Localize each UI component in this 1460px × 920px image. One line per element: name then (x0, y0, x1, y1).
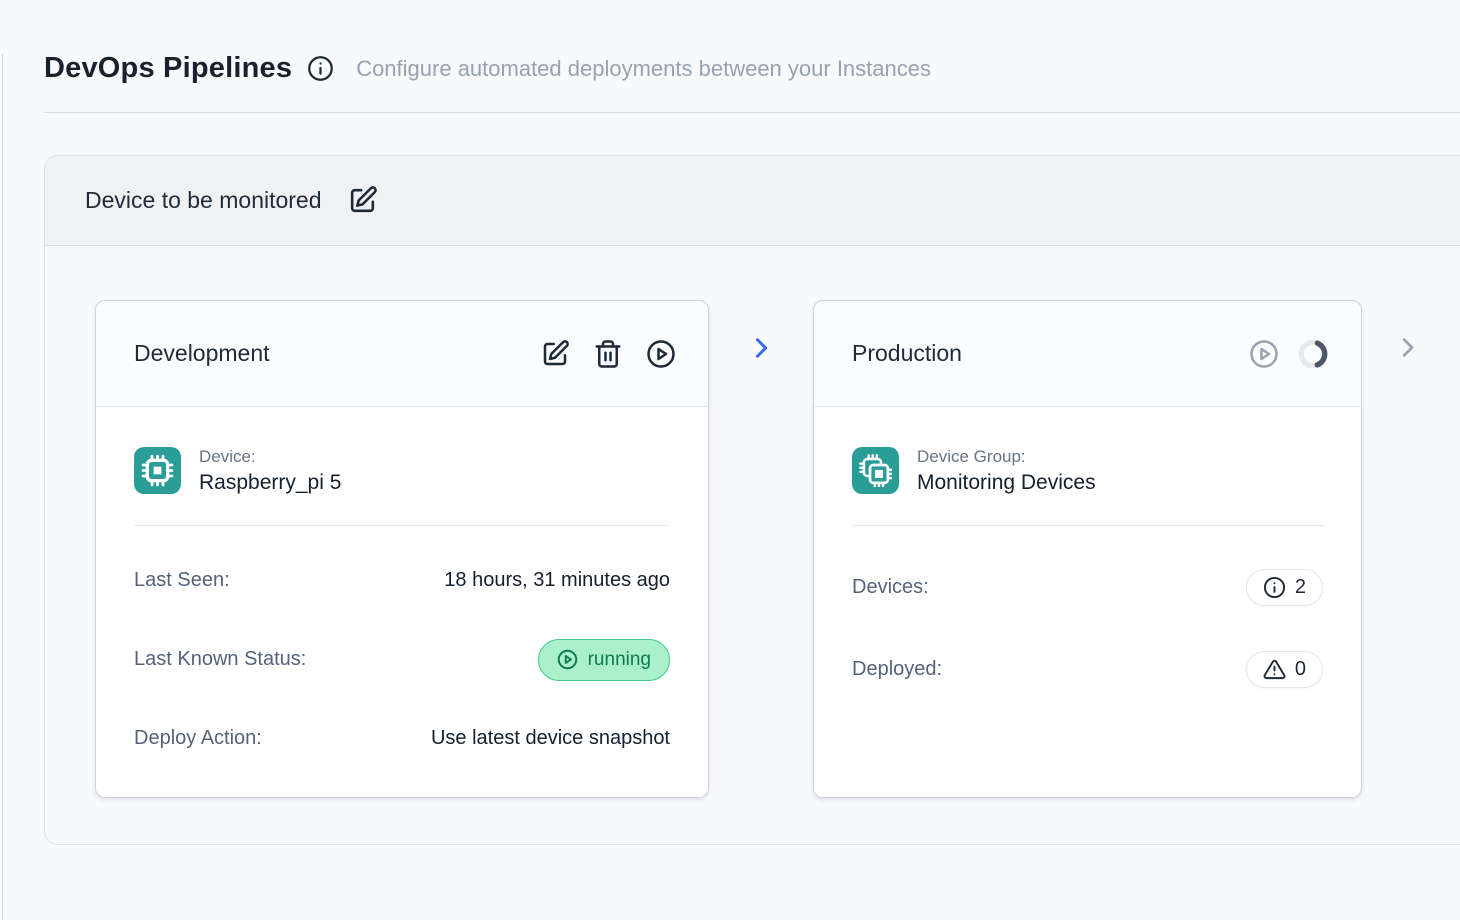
stage-card-production: Production (813, 300, 1362, 798)
info-circle-icon (1263, 576, 1286, 599)
status-badge: running (538, 639, 670, 681)
page-header: DevOps Pipelines Configure automated dep… (44, 52, 1460, 85)
device-row: Device: Raspberry_pi 5 (134, 447, 670, 495)
chip-device-icon (134, 447, 181, 494)
devices-count-badge[interactable]: 2 (1246, 569, 1323, 606)
production-actions (1249, 338, 1329, 370)
play-circle-icon (557, 649, 578, 670)
devices-row: Devices: 2 (852, 569, 1323, 606)
chevron-right-icon (747, 334, 775, 362)
page-title: DevOps Pipelines (44, 52, 292, 85)
flow-chevron[interactable] (709, 334, 813, 362)
header-divider (44, 112, 1460, 113)
pipeline-panel: Device to be monitored Development (44, 155, 1460, 845)
device-group-row: Device Group: Monitoring Devices (852, 447, 1323, 495)
pipeline-panel-header: Device to be monitored (45, 156, 1460, 246)
devices-label: Devices: (852, 576, 929, 599)
pipeline-name: Device to be monitored (85, 187, 322, 214)
development-card-header: Development (96, 301, 708, 407)
devices-count: 2 (1295, 576, 1306, 599)
deploy-action-row: Deploy Action: Use latest device snapsho… (134, 727, 670, 750)
device-name: Raspberry_pi 5 (199, 471, 341, 495)
card-divider (134, 525, 670, 526)
deploy-action-value: Use latest device snapshot (431, 727, 670, 750)
chip-group-icon (852, 447, 899, 494)
status-value: running (588, 649, 651, 671)
page-subtitle: Configure automated deployments between … (356, 56, 931, 82)
last-seen-row: Last Seen: 18 hours, 31 minutes ago (134, 569, 670, 592)
card-divider (852, 525, 1323, 526)
stage-title-development: Development (134, 340, 270, 367)
stage-title-production: Production (852, 340, 962, 367)
stage-card-development: Development (95, 300, 709, 798)
development-actions (540, 339, 676, 369)
deployed-row: Deployed: 0 (852, 651, 1323, 688)
chevron-right-icon (1394, 334, 1421, 361)
last-seen-label: Last Seen: (134, 569, 230, 592)
run-stage-icon-disabled[interactable] (1249, 339, 1279, 369)
warning-triangle-icon (1263, 658, 1286, 681)
delete-stage-icon[interactable] (593, 339, 623, 369)
status-row: Last Known Status: running (134, 639, 670, 681)
device-meta: Device: Raspberry_pi 5 (199, 447, 341, 495)
deployed-count: 0 (1295, 658, 1306, 681)
page-left-divider (2, 54, 3, 920)
last-seen-value: 18 hours, 31 minutes ago (444, 569, 670, 592)
status-label: Last Known Status: (134, 648, 306, 671)
deployed-label: Deployed: (852, 658, 942, 681)
loading-spinner-icon (1297, 338, 1329, 370)
production-card-header: Production (814, 301, 1361, 407)
device-group-label: Device Group: (917, 447, 1096, 467)
edit-stage-icon[interactable] (540, 339, 570, 369)
production-card-body: Device Group: Monitoring Devices Devices… (814, 407, 1361, 688)
next-stage-chevron[interactable] (1394, 334, 1421, 361)
development-card-body: Device: Raspberry_pi 5 Last Seen: 18 hou… (96, 407, 708, 750)
edit-pipeline-icon[interactable] (347, 185, 378, 216)
deployed-count-badge[interactable]: 0 (1246, 651, 1323, 688)
pipeline-stages: Development (45, 246, 1460, 798)
deploy-action-label: Deploy Action: (134, 727, 262, 750)
device-group-name: Monitoring Devices (917, 471, 1096, 495)
info-circle-icon[interactable] (307, 55, 334, 82)
run-stage-icon[interactable] (646, 339, 676, 369)
device-label: Device: (199, 447, 341, 467)
device-group-meta: Device Group: Monitoring Devices (917, 447, 1096, 495)
